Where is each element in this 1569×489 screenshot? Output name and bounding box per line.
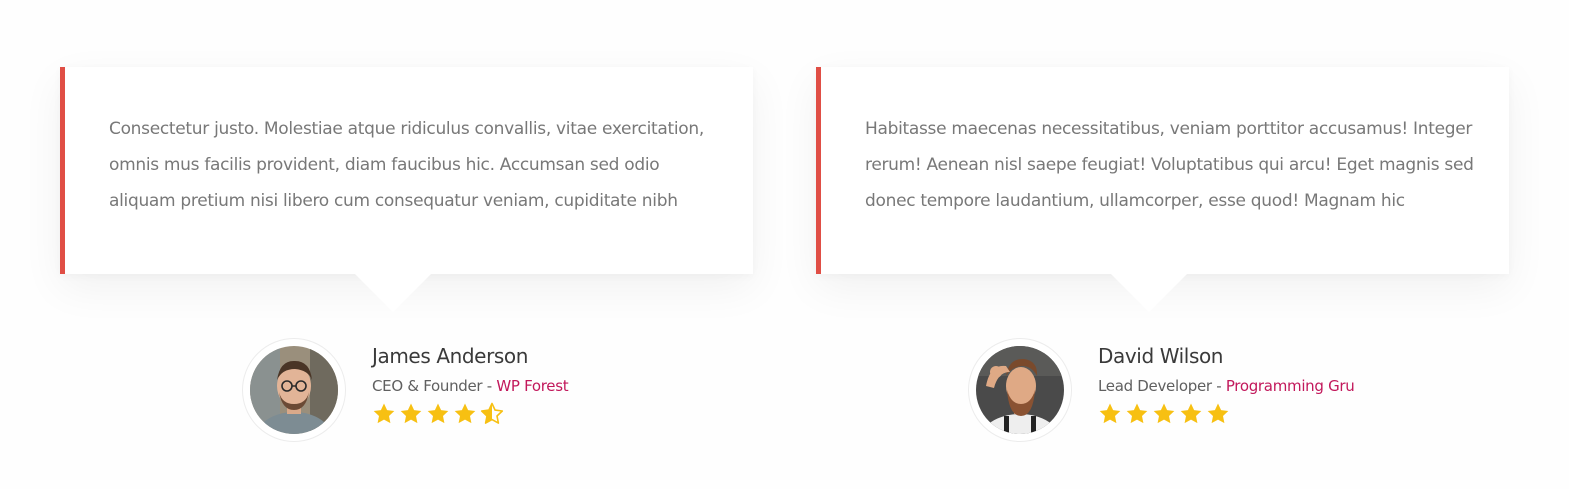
star-icon: [1126, 403, 1148, 424]
star-icon: [400, 403, 422, 424]
star-icon: [1099, 403, 1121, 424]
author-info: James Anderson CEO & Founder - WP Forest: [372, 342, 569, 426]
role-separator: -: [482, 377, 497, 395]
avatar-photo: [250, 346, 338, 434]
quote-box: Consectetur justo. Molestiae atque ridic…: [60, 67, 753, 312]
half-star-icon: [480, 402, 504, 424]
author-role: CEO & Founder - WP Forest: [372, 376, 569, 396]
company-link[interactable]: WP Forest: [496, 377, 568, 395]
star-icon: [1180, 403, 1202, 424]
company-link[interactable]: Programming Gru: [1226, 377, 1355, 395]
role-title: Lead Developer: [1098, 377, 1212, 395]
testimonial-card: Habitasse maecenas necessitatibus, venia…: [816, 67, 1509, 442]
star-icon: [427, 403, 449, 424]
star-rating: [1098, 402, 1354, 426]
star-icon: [1153, 403, 1175, 424]
star-icon: [373, 403, 395, 424]
quote-text: Consectetur justo. Molestiae atque ridic…: [109, 119, 704, 211]
testimonial-card: Consectetur justo. Molestiae atque ridic…: [60, 67, 753, 442]
avatar-photo: [976, 346, 1064, 434]
quote-text: Habitasse maecenas necessitatibus, venia…: [865, 119, 1474, 211]
author-name: James Anderson: [372, 344, 529, 368]
quote-box: Habitasse maecenas necessitatibus, venia…: [816, 67, 1509, 312]
star-icon: [454, 403, 476, 424]
author-name: David Wilson: [1098, 344, 1224, 368]
star-icon: [1207, 403, 1229, 424]
star-rating: [372, 402, 568, 426]
avatar: [242, 338, 346, 442]
author-role: Lead Developer - Programming Gru: [1098, 376, 1355, 396]
author-info: David Wilson Lead Developer - Programmin…: [1098, 342, 1355, 426]
role-title: CEO & Founder: [372, 377, 483, 395]
role-separator: -: [1211, 377, 1226, 395]
avatar: [968, 338, 1072, 442]
